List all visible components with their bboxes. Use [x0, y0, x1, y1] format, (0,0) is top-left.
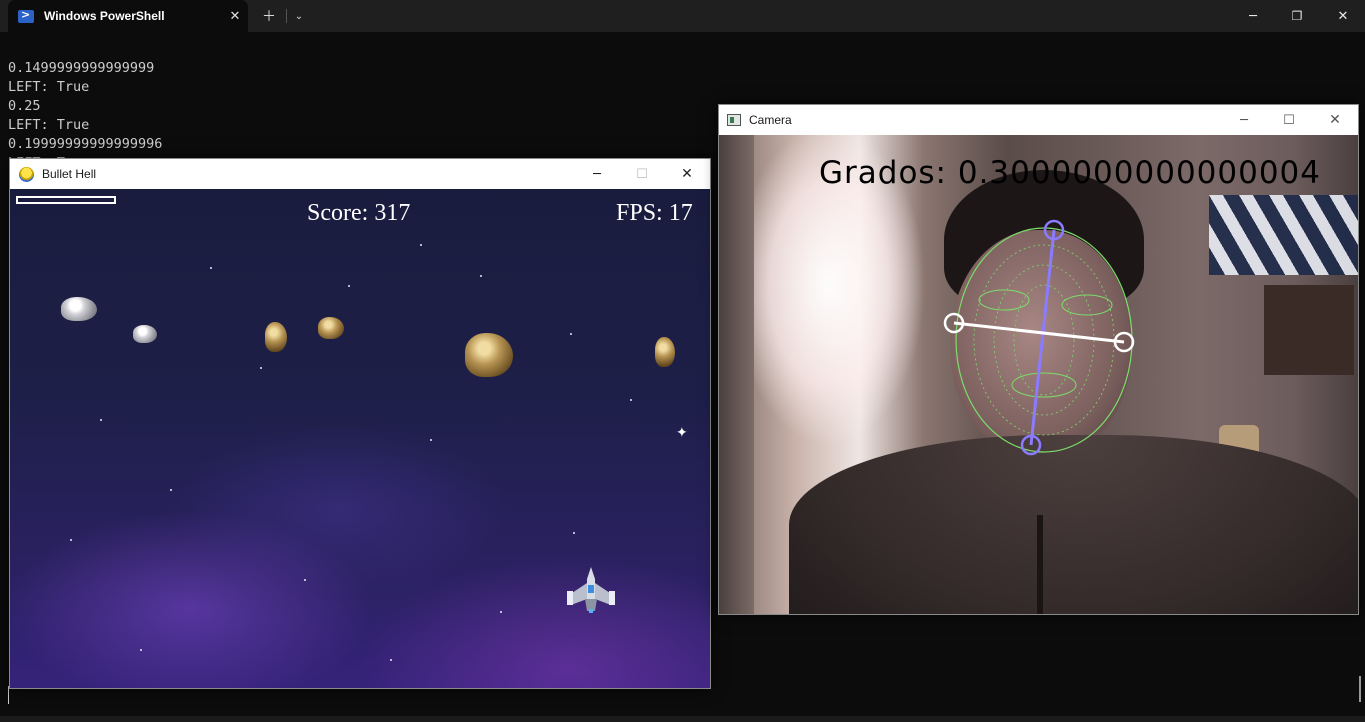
- bullet-hell-window: Bullet Hell ─ ☐ ✕ Score: 317 FPS: 17 ✦: [9, 158, 711, 689]
- close-icon[interactable]: ✕: [1320, 0, 1365, 32]
- star: [70, 539, 72, 541]
- maximize-icon[interactable]: ☐: [1266, 105, 1312, 135]
- star: [348, 285, 350, 287]
- terminal-titlebar: Windows PowerShell ✕ ＋ ⌄ ─ ❐ ✕: [0, 0, 1365, 32]
- scrollbar[interactable]: [1359, 676, 1361, 702]
- star: [210, 267, 212, 269]
- star: [304, 579, 306, 581]
- score-label: Score: 317: [307, 200, 411, 226]
- close-icon[interactable]: ✕: [222, 9, 248, 24]
- star: [170, 489, 172, 491]
- output-line: LEFT: True: [8, 117, 90, 133]
- window-title: Camera: [749, 113, 792, 127]
- tab-title: Windows PowerShell: [44, 9, 165, 23]
- player-ship-icon: [567, 567, 615, 613]
- maximize-icon[interactable]: ☐: [619, 159, 665, 189]
- asteroid: [133, 325, 157, 343]
- asteroid: [655, 337, 675, 367]
- minimize-icon[interactable]: ─: [574, 159, 620, 189]
- asteroid: [265, 322, 287, 352]
- star: [140, 649, 142, 651]
- asteroid: [61, 297, 97, 321]
- star: [573, 532, 575, 534]
- asteroid: [318, 317, 344, 339]
- output-line: 0.19999999999999996: [8, 136, 163, 152]
- asteroid: [465, 333, 513, 377]
- camera-window-icon: [727, 114, 741, 126]
- close-icon[interactable]: ✕: [1312, 105, 1358, 135]
- face-mesh-overlay: [943, 219, 1135, 456]
- camera-titlebar[interactable]: Camera ─ ☐ ✕: [719, 105, 1358, 135]
- star: [630, 399, 632, 401]
- tab-windows-powershell[interactable]: Windows PowerShell ✕: [8, 0, 248, 32]
- camera-feed: Grados: 0.3000000000000004: [719, 135, 1358, 614]
- output-line: LEFT: True: [8, 79, 90, 95]
- grados-overlay-text: Grados: 0.3000000000000004: [819, 155, 1322, 191]
- health-bar: [16, 196, 116, 204]
- chevron-down-icon[interactable]: ⌄: [285, 0, 313, 32]
- star: [390, 659, 392, 661]
- output-line: 0.1499999999999999: [8, 60, 155, 76]
- star: [260, 367, 262, 369]
- window-title: Bullet Hell: [42, 167, 97, 181]
- camera-window: Camera ─ ☐ ✕ Grados: 0.3000000000000004: [718, 104, 1359, 615]
- star: [570, 333, 572, 335]
- star: [420, 244, 422, 246]
- star: [480, 275, 482, 277]
- output-line: 0.25: [8, 98, 41, 114]
- twinkle-star: ✦: [676, 425, 688, 441]
- fps-label: FPS: 17: [616, 200, 693, 226]
- star: [500, 611, 502, 613]
- plus-icon[interactable]: ＋: [255, 0, 283, 32]
- star: [100, 419, 102, 421]
- restore-icon[interactable]: ❐: [1274, 0, 1320, 32]
- minimize-icon[interactable]: ─: [1221, 105, 1267, 135]
- bullet-hell-titlebar[interactable]: Bullet Hell ─ ☐ ✕: [10, 159, 710, 189]
- pygame-icon: [19, 166, 34, 182]
- minimize-icon[interactable]: ─: [1230, 0, 1276, 32]
- bottom-strip: [0, 716, 1365, 722]
- star: [430, 439, 432, 441]
- game-canvas[interactable]: Score: 317 FPS: 17 ✦: [10, 189, 710, 688]
- powershell-icon: [18, 8, 34, 23]
- close-icon[interactable]: ✕: [664, 159, 710, 189]
